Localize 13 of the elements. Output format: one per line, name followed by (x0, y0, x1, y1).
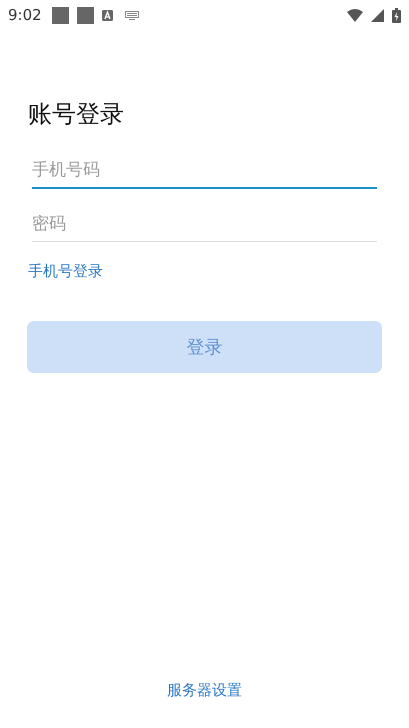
font-icon (102, 10, 113, 20)
server-settings-link[interactable]: 服务器设置 (167, 681, 242, 700)
phone-login-link[interactable]: 手机号登录 (28, 262, 103, 281)
wifi-icon (347, 8, 363, 22)
page-title: 账号登录 (28, 99, 125, 130)
signal-icon (371, 8, 384, 22)
status-time: 9:02 (8, 6, 42, 24)
square-icon (76, 6, 94, 24)
keyboard-icon (124, 10, 139, 20)
battery-icon (392, 8, 401, 22)
phone-field[interactable]: 手机号码 (32, 152, 377, 189)
password-field[interactable]: 密码 (32, 206, 377, 242)
square-icon (52, 6, 69, 24)
